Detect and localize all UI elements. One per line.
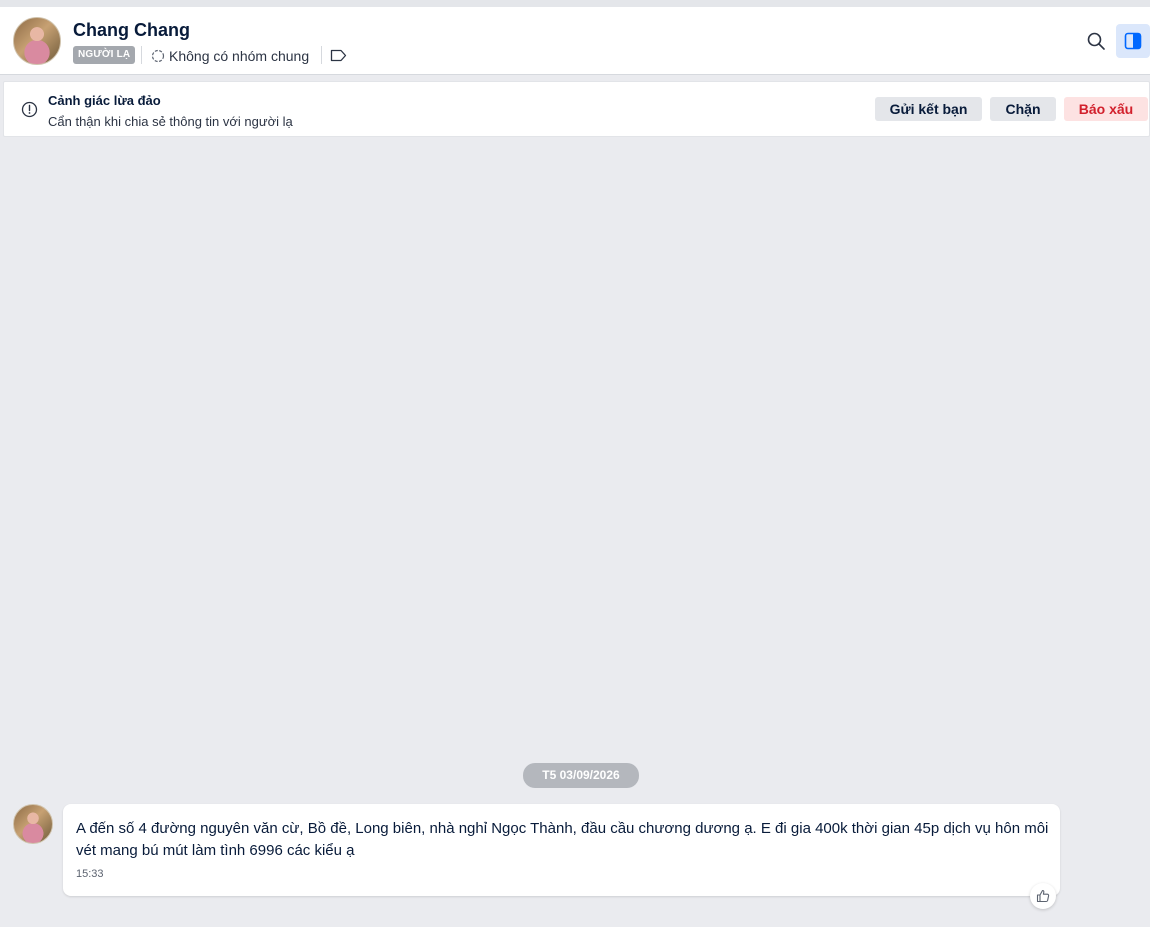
search-button[interactable]: [1079, 24, 1113, 58]
side-panel-icon: [1124, 32, 1142, 50]
toggle-side-panel-button[interactable]: [1116, 24, 1150, 58]
warning-text: Cẩn thận khi chia sẻ thông tin với người…: [48, 114, 293, 129]
date-divider: T5 03/09/2026: [523, 763, 639, 788]
chat-header: Chang Chang NGƯỜI LẠ Không có nhóm chung: [0, 7, 1150, 75]
divider: [141, 46, 142, 64]
send-friend-request-button[interactable]: Gửi kết bạn: [875, 97, 982, 121]
stranger-badge: NGƯỜI LẠ: [73, 46, 136, 64]
divider: [321, 46, 322, 64]
alert-circle-icon: [21, 101, 38, 123]
scam-warning-banner: Cảnh giác lừa đảo Cẩn thận khi chia sẻ t…: [3, 81, 1150, 137]
top-strip: [0, 0, 1150, 7]
contact-name[interactable]: Chang Chang: [73, 20, 190, 41]
message-bubble[interactable]: A đến số 4 đường nguyên văn cừ, Bồ đề, L…: [63, 804, 1060, 896]
message-text: A đến số 4 đường nguyên văn cừ, Bồ đề, L…: [76, 820, 1049, 859]
search-icon: [1087, 32, 1105, 50]
contact-avatar[interactable]: [13, 17, 61, 65]
react-button[interactable]: [1030, 883, 1056, 909]
group-circle-icon: [151, 49, 165, 63]
common-groups-label: Không có nhóm chung: [169, 48, 310, 64]
thumbs-up-icon: [1036, 889, 1050, 903]
warning-title: Cảnh giác lừa đảo: [48, 93, 161, 108]
sender-avatar[interactable]: [13, 804, 53, 844]
message-time: 15:33: [76, 868, 104, 880]
tag-icon[interactable]: [330, 49, 347, 67]
block-button[interactable]: Chặn: [990, 97, 1056, 121]
report-button[interactable]: Báo xấu: [1064, 97, 1148, 121]
common-groups[interactable]: Không có nhóm chung: [151, 47, 309, 65]
